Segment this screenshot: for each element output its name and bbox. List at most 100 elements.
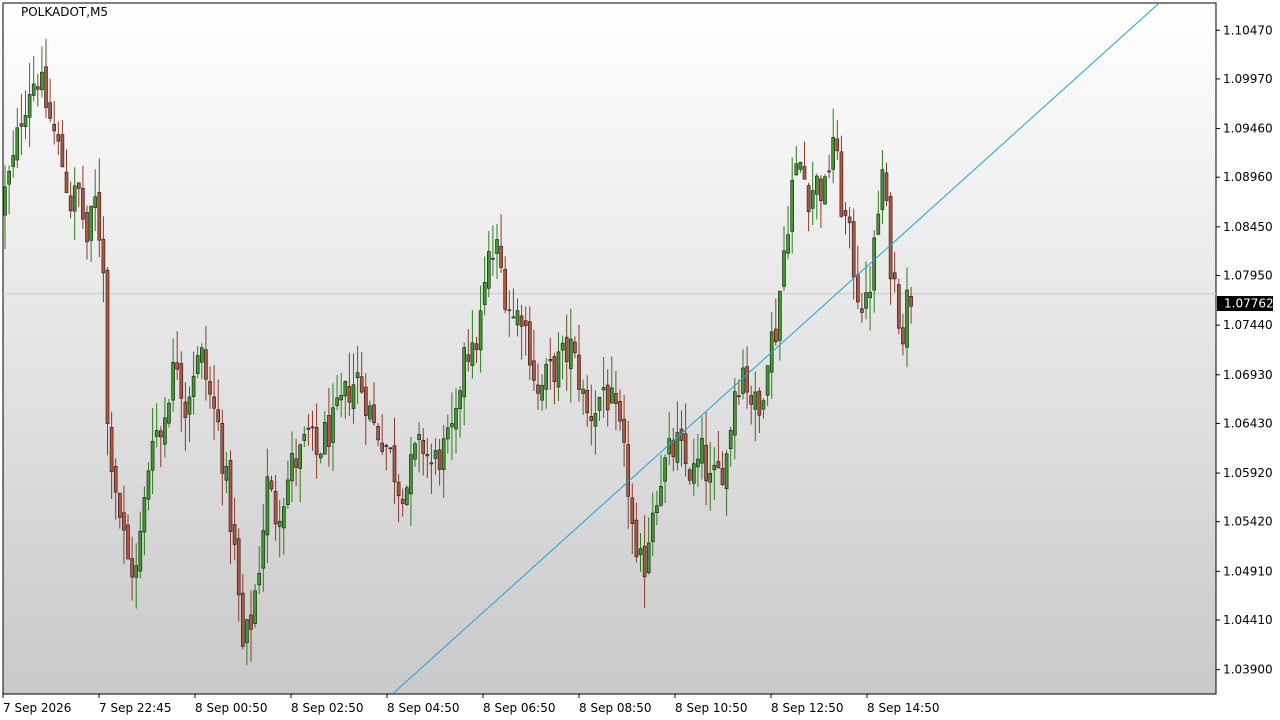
candle-body [35, 86, 40, 90]
candle-body [823, 176, 827, 205]
price-tick-label: 1.04910 [1223, 564, 1273, 578]
time-tick-label: 8 Sep 14:50 [867, 701, 939, 715]
candle-body [568, 338, 573, 370]
current-price-label: 1.07762 [1224, 297, 1274, 311]
candle-body [847, 216, 852, 224]
candle-body [462, 347, 467, 398]
candle-body [712, 464, 717, 471]
price-chart[interactable]: 1.10470 1.09970 1.09460 1.08960 1.08450 1.079… [0, 0, 1280, 720]
candle-body [691, 463, 696, 484]
price-tick-label: 1.07950 [1223, 269, 1273, 283]
candle-body [421, 439, 426, 454]
candle-body [810, 190, 815, 209]
candle-body [249, 614, 253, 630]
candle-body [68, 195, 73, 212]
candle-body [601, 387, 606, 391]
candle-body [445, 427, 450, 440]
candle-body [732, 391, 737, 436]
candle-body [396, 481, 401, 497]
candle-body [318, 453, 323, 459]
candle-body [359, 376, 364, 393]
candle-body [519, 315, 524, 327]
candle-body [413, 443, 417, 460]
candle-body [896, 284, 901, 329]
candle-body [290, 452, 294, 482]
candle-body [11, 155, 15, 167]
candle-body [544, 363, 549, 390]
candle-body [15, 127, 20, 161]
candle-body [441, 438, 446, 470]
time-tick-label: 8 Sep 10:50 [675, 701, 747, 715]
candle-body [253, 590, 257, 624]
candle-body [56, 134, 61, 142]
price-tick-label: 1.05420 [1223, 515, 1273, 529]
candle-body [495, 239, 499, 254]
price-tick-label: 1.08450 [1223, 220, 1273, 234]
candle-body [737, 395, 741, 398]
candle-body [159, 430, 163, 438]
candle-body [843, 210, 848, 216]
candle-body [708, 472, 713, 483]
candle-body [835, 138, 840, 152]
candle-body [154, 430, 159, 437]
candle-body [474, 343, 479, 350]
candle-body [597, 396, 602, 411]
candle-body [183, 401, 188, 418]
candle-body [671, 439, 676, 458]
candle-body [609, 387, 614, 404]
candle-body [642, 545, 647, 578]
candle-body [224, 465, 229, 481]
candle-body [507, 309, 512, 312]
candle-body [236, 538, 241, 596]
candle-body [782, 250, 786, 287]
candle-body [909, 295, 913, 307]
candle-body [261, 530, 266, 569]
candle-body [605, 384, 610, 411]
candle-body [27, 94, 32, 118]
candle-body [380, 442, 385, 452]
candle-body [614, 393, 618, 404]
candle-body [298, 444, 303, 469]
candle-body [491, 257, 495, 260]
candle-body [876, 213, 881, 235]
candle-body [191, 375, 196, 397]
candle-body [470, 342, 475, 366]
candle-body [142, 497, 147, 533]
candle-body [89, 205, 93, 241]
candle-body [417, 433, 421, 440]
candle-body [212, 396, 216, 409]
price-tick-label: 1.10470 [1223, 23, 1273, 37]
candle-body [646, 542, 651, 573]
candle-body [728, 429, 733, 450]
candle-body [195, 355, 200, 374]
candle-body [851, 221, 856, 278]
candle-body [765, 365, 770, 396]
candle-body [335, 397, 339, 406]
candle-body [650, 512, 655, 543]
candle-body [302, 433, 307, 441]
candle-body [798, 161, 803, 170]
candle-body [163, 417, 167, 445]
candle-body [618, 401, 622, 422]
time-tick-label: 8 Sep 08:50 [579, 701, 651, 715]
candle-body [450, 423, 454, 428]
candle-body [118, 492, 122, 518]
candle-body [880, 169, 885, 211]
candle-body [585, 389, 590, 414]
candle-body [384, 445, 389, 447]
candle-body [573, 341, 577, 354]
candle-body [503, 268, 508, 310]
candle-body [704, 444, 708, 482]
candle-body [638, 548, 643, 556]
candle-body [511, 316, 516, 319]
time-tick-label: 8 Sep 04:50 [387, 701, 459, 715]
candle-body [273, 490, 278, 525]
candle-body [905, 289, 909, 348]
candle-body [433, 450, 438, 459]
candle-body [663, 457, 667, 482]
candle-body [294, 458, 298, 468]
plot-area[interactable] [2, 2, 1217, 695]
candle-body [687, 469, 692, 481]
candle-body [478, 310, 483, 351]
candle-body [741, 367, 745, 394]
